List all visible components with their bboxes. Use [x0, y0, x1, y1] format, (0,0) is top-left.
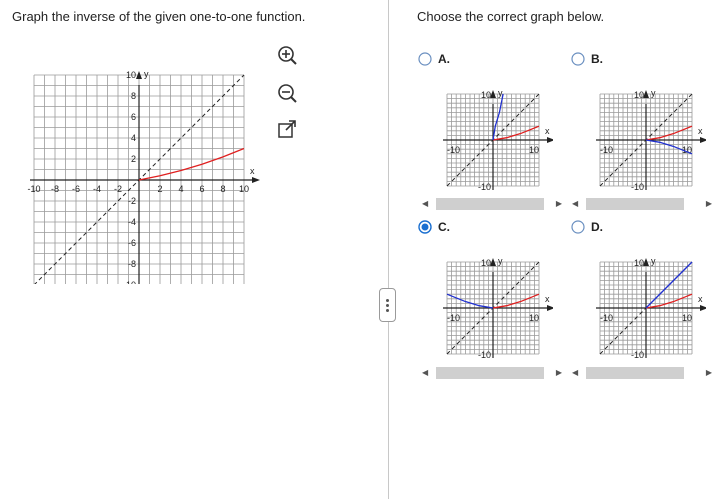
y-tick-label: -6: [128, 238, 136, 248]
x-axis-label: x: [250, 166, 255, 176]
x-tick-label: 4: [178, 184, 183, 194]
y-axis-label: y: [498, 256, 503, 266]
x-tick-label: -10: [447, 145, 460, 155]
x-axis-label: x: [698, 294, 703, 304]
x-axis-arrow-icon: [252, 177, 260, 183]
y-tick-label: -2: [128, 196, 136, 206]
x-tick-label: -8: [51, 184, 59, 194]
scroll-left-icon[interactable]: ◀: [422, 367, 428, 379]
y-tick-label: -8: [128, 259, 136, 269]
option-b-radio[interactable]: [571, 52, 585, 66]
x-tick-label: 8: [220, 184, 225, 194]
option-a-graph[interactable]: xy-10 1010-10: [435, 80, 553, 198]
x-axis-arrow-icon: [547, 137, 553, 143]
scroll-left-icon[interactable]: ◀: [572, 367, 578, 379]
panel-resize-handle[interactable]: [379, 288, 396, 322]
y-axis-label: y: [144, 69, 149, 79]
x-tick-label: -10: [600, 313, 613, 323]
y-axis-label: y: [651, 256, 656, 266]
scroll-thumb[interactable]: [436, 367, 544, 379]
x-axis-arrow-icon: [700, 137, 706, 143]
x-tick-label: 10: [529, 313, 539, 323]
y-tick-label: 2: [131, 154, 136, 164]
option-b-graph[interactable]: xy-10 1010-10: [588, 80, 706, 198]
panel-divider: [388, 0, 389, 499]
zoom-in-icon[interactable]: [276, 44, 298, 66]
x-tick-label: -10: [600, 145, 613, 155]
y-tick-label: 10: [126, 70, 136, 80]
option-d-label[interactable]: D.: [591, 220, 603, 234]
x-axis-label: x: [545, 294, 550, 304]
option-b-label[interactable]: B.: [591, 52, 603, 66]
scroll-thumb[interactable]: [436, 198, 544, 210]
x-tick-label: 2: [157, 184, 162, 194]
y-tick-label: 10: [481, 258, 491, 268]
scroll-thumb[interactable]: [586, 367, 684, 379]
y-tick-label: 4: [131, 133, 136, 143]
scroll-thumb[interactable]: [586, 198, 684, 210]
option-a-label[interactable]: A.: [438, 52, 450, 66]
option-d-graph[interactable]: x y -10 10 10 -10: [588, 248, 706, 366]
y-tick-label: -10: [123, 280, 136, 284]
x-tick-label: 6: [199, 184, 204, 194]
y-tick-label: -10: [631, 350, 644, 360]
y-tick-label: -10: [631, 182, 644, 192]
option-c-label[interactable]: C.: [438, 220, 450, 234]
y-tick-label: 10: [481, 90, 491, 100]
option-d-scrollbar[interactable]: ◀ ▶: [572, 367, 712, 379]
y-tick-label: 8: [131, 91, 136, 101]
zoom-out-icon[interactable]: [276, 82, 298, 104]
y-tick-label: -10: [478, 350, 491, 360]
x-axis-arrow-icon: [547, 305, 553, 311]
x-axis-arrow-icon: [700, 305, 706, 311]
y-tick-label: 10: [634, 90, 644, 100]
x-tick-label: 10: [682, 313, 692, 323]
option-c-scrollbar[interactable]: ◀ ▶: [422, 367, 562, 379]
scroll-right-icon[interactable]: ▶: [556, 198, 562, 210]
y-tick-label: -4: [128, 217, 136, 227]
scroll-right-icon[interactable]: ▶: [706, 198, 712, 210]
y-tick-label: -10: [478, 182, 491, 192]
x-tick-label: -4: [93, 184, 101, 194]
main-graph[interactable]: x y -10 -8 -6 -4 -2 2 4 6 8 10 10 8 6 4 2 -2 -4 -6 -8 -10: [22, 44, 272, 284]
scroll-left-icon[interactable]: ◀: [422, 198, 428, 210]
x-tick-label: 10: [529, 145, 539, 155]
x-tick-label: 10: [239, 184, 249, 194]
option-a-scrollbar[interactable]: ◀ ▶: [422, 198, 562, 210]
question-prompt: Graph the inverse of the given one-to-on…: [12, 9, 306, 24]
x-tick-label: -10: [447, 313, 460, 323]
y-tick-label: 10: [634, 258, 644, 268]
x-axis-label: x: [545, 126, 550, 136]
y-axis-label: y: [651, 88, 656, 98]
y-tick-label: 6: [131, 112, 136, 122]
answer-prompt: Choose the correct graph below.: [417, 9, 605, 24]
scroll-right-icon[interactable]: ▶: [706, 367, 712, 379]
scroll-right-icon[interactable]: ▶: [556, 367, 562, 379]
x-axis-label: x: [698, 126, 703, 136]
option-b-scrollbar[interactable]: ◀ ▶: [572, 198, 712, 210]
option-a-radio[interactable]: [418, 52, 432, 66]
option-c-radio[interactable]: [418, 220, 432, 234]
option-c-graph[interactable]: x y -10 10 10 -10: [435, 248, 553, 366]
option-d-radio[interactable]: [571, 220, 585, 234]
x-tick-label: -2: [114, 184, 122, 194]
x-tick-label: -10: [27, 184, 40, 194]
x-tick-label: -6: [72, 184, 80, 194]
expand-icon[interactable]: [276, 118, 298, 140]
scroll-left-icon[interactable]: ◀: [572, 198, 578, 210]
